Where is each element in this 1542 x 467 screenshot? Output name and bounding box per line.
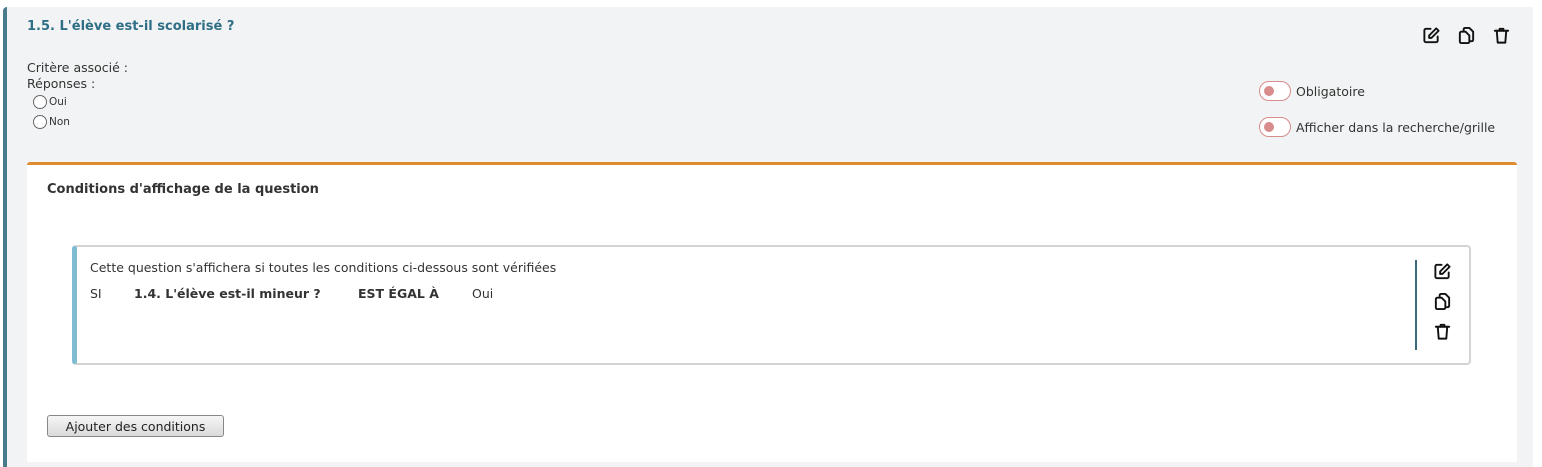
condition-description: Cette question s'affichera si toutes les… xyxy=(90,260,557,275)
condition-question: 1.4. L'élève est-il mineur ? xyxy=(134,286,321,301)
add-conditions-button[interactable]: Ajouter des conditions xyxy=(47,415,224,437)
conditions-title: Conditions d'affichage de la question xyxy=(47,182,319,197)
copy-icon[interactable] xyxy=(1455,24,1477,46)
toggle-mandatory-row: Obligatoire xyxy=(1259,73,1495,109)
radio-circle[interactable] xyxy=(33,95,47,109)
condition-actions xyxy=(1415,260,1453,350)
edit-icon[interactable] xyxy=(1420,24,1442,46)
question-actions xyxy=(1420,24,1512,46)
condition-value: Oui xyxy=(472,286,494,301)
response-label: Non xyxy=(49,116,70,128)
radio-circle[interactable] xyxy=(33,115,47,129)
toggle-mandatory-label: Obligatoire xyxy=(1296,83,1365,99)
toggle-search-row: Afficher dans la recherche/grille xyxy=(1259,109,1495,145)
criterion-label: Critère associé : xyxy=(27,60,129,75)
toggle-mandatory[interactable] xyxy=(1259,81,1291,101)
condition-box: Cette question s'affichera si toutes les… xyxy=(72,245,1471,365)
responses-label: Réponses : xyxy=(27,76,96,91)
question-card: 1.5. L'élève est-il scolarisé ? Critère … xyxy=(3,7,1533,467)
trash-icon[interactable] xyxy=(1431,320,1453,342)
question-title: 1.5. L'élève est-il scolarisé ? xyxy=(27,19,235,34)
response-option-oui[interactable]: Oui xyxy=(33,92,128,112)
response-label: Oui xyxy=(49,96,67,108)
copy-icon[interactable] xyxy=(1431,290,1453,312)
response-option-non[interactable]: Non xyxy=(33,112,128,132)
conditions-panel: Conditions d'affichage de la question Ce… xyxy=(27,162,1517,462)
condition-operator: EST ÉGAL À xyxy=(358,286,439,301)
question-toggles: Obligatoire Afficher dans la recherche/g… xyxy=(1259,73,1495,145)
trash-icon[interactable] xyxy=(1490,24,1512,46)
condition-rule: SI 1.4. L'élève est-il mineur ? EST ÉGAL… xyxy=(90,286,493,301)
condition-keyword: SI xyxy=(90,286,102,301)
edit-icon[interactable] xyxy=(1431,260,1453,282)
toggle-show-in-search[interactable] xyxy=(1259,117,1291,137)
question-meta: Critère associé : Réponses : Oui Non xyxy=(27,60,128,132)
toggle-search-label: Afficher dans la recherche/grille xyxy=(1296,119,1496,135)
